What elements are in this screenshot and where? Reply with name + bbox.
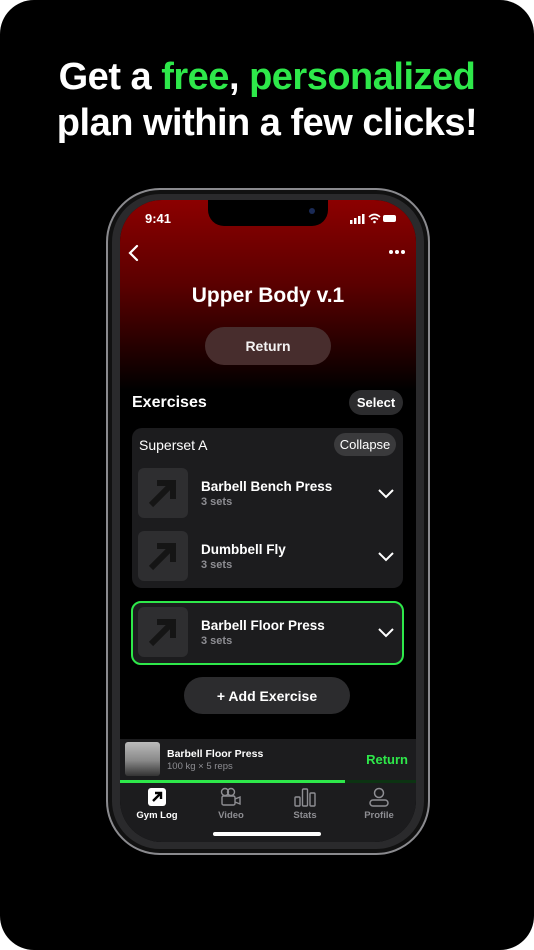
mini-player-title: Barbell Floor Press	[167, 748, 264, 760]
person-icon	[369, 787, 389, 807]
headline: Get a free, personalized plan within a f…	[0, 54, 534, 146]
section-title: Exercises	[132, 394, 207, 411]
page-title: Upper Body v.1	[191, 284, 345, 307]
exercise-sets: 3 sets	[201, 559, 233, 571]
notch	[208, 200, 328, 226]
chevron-down-icon[interactable]	[377, 488, 395, 500]
exercise-video-thumbnail	[125, 742, 160, 776]
tab-video[interactable]: Video	[194, 787, 268, 821]
video-camera-icon	[220, 787, 241, 806]
tab-bar: Gym Log Video Stats Profile	[120, 783, 416, 842]
chevron-down-icon[interactable]	[377, 551, 395, 563]
promo-page: Get a free, personalized plan within a f…	[0, 0, 534, 950]
return-button[interactable]: Return	[205, 327, 331, 365]
status-time: 9:41	[145, 211, 172, 226]
headline-comma: ,	[228, 56, 240, 98]
arrow-up-right-icon	[148, 543, 176, 571]
chevron-left-icon[interactable]	[126, 244, 140, 262]
tab-label: Gym Log	[136, 810, 178, 821]
tab-label: Stats	[293, 810, 317, 821]
superset-name: Superset A	[139, 437, 208, 453]
bar-chart-icon	[294, 788, 316, 807]
phone-screen: 9:41 Upper Body v.1 Return Exercises Sel…	[120, 200, 416, 842]
tab-profile[interactable]: Profile	[342, 787, 416, 821]
home-indicator	[213, 832, 321, 836]
add-exercise-button[interactable]: + Add Exercise	[184, 677, 350, 714]
tab-gym-log[interactable]: Gym Log	[120, 787, 194, 821]
tab-label: Profile	[364, 810, 394, 821]
headline-line2: plan within a few clicks!	[56, 102, 478, 144]
tab-label: Video	[218, 810, 244, 821]
exercise-name[interactable]: Barbell Bench Press	[201, 479, 332, 494]
tab-stats[interactable]: Stats	[268, 787, 342, 821]
collapse-button[interactable]: Collapse	[334, 433, 396, 456]
select-button[interactable]: Select	[349, 390, 403, 415]
arrow-up-right-icon	[148, 480, 176, 508]
exercise-sets: 3 sets	[201, 496, 233, 508]
arrow-up-right-icon	[148, 788, 166, 806]
mini-player-detail: 100 kg × 5 reps	[167, 761, 233, 772]
mini-player-return-button[interactable]: Return	[366, 752, 408, 767]
exercise-sets: 3 sets	[201, 635, 233, 647]
arrow-up-right-icon	[148, 619, 176, 647]
ellipsis-icon[interactable]	[388, 249, 406, 255]
headline-text: Get a	[58, 56, 162, 98]
exercise-thumbnail	[138, 531, 188, 581]
chevron-down-icon[interactable]	[377, 627, 395, 639]
status-icons	[350, 213, 396, 224]
headline-highlight: personalized	[249, 56, 476, 98]
exercise-thumbnail	[138, 607, 188, 657]
exercise-thumbnail	[138, 468, 188, 518]
exercise-name[interactable]: Barbell Floor Press	[201, 618, 325, 633]
exercise-name[interactable]: Dumbbell Fly	[201, 542, 286, 557]
headline-highlight: free	[161, 56, 229, 98]
mini-player[interactable]: Barbell Floor Press 100 kg × 5 reps Retu…	[120, 739, 416, 783]
